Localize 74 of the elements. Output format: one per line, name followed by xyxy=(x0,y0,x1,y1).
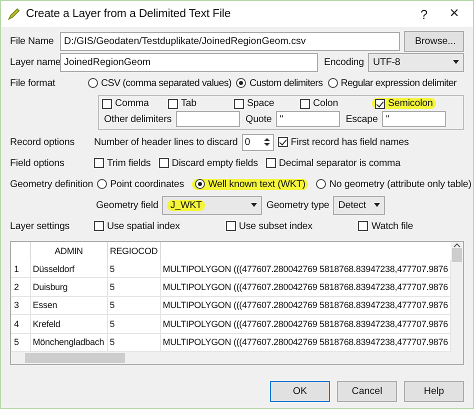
layer-name-field[interactable]: JoinedRegionGeom xyxy=(60,52,318,72)
horizontal-scrollbar[interactable] xyxy=(11,352,463,364)
section-label: Field options xyxy=(10,158,66,168)
header-lines-spinbox[interactable]: 0 xyxy=(242,134,274,150)
radio-option[interactable]: Well known text (WKT) xyxy=(192,178,308,190)
checkbox-option[interactable]: Semicolon xyxy=(372,98,436,109)
scroll-up-icon[interactable] xyxy=(453,242,461,248)
quote-field[interactable]: " xyxy=(276,111,340,127)
row-number: 3 xyxy=(11,296,30,315)
vertical-scrollbar[interactable] xyxy=(451,242,463,352)
field-label: Quote xyxy=(246,114,272,124)
table-cell: MULTIPOLYGON (((477607.280042769 5818768.83947238,477707.9876 xyxy=(160,278,450,296)
row-number: 5 xyxy=(11,333,30,352)
row-number: 1 xyxy=(11,260,30,278)
table-cell: Düsseldorf xyxy=(30,260,108,278)
field-label: Encoding xyxy=(324,56,364,68)
field-label: Escape xyxy=(346,114,378,124)
table-cell: MULTIPOLYGON (((477607.280042769 5818768.83947238,477707.9876 xyxy=(160,296,450,315)
section-label: Record options xyxy=(10,136,76,148)
section-label: Geometry definition xyxy=(10,178,94,190)
column-header[interactable]: ADMIN xyxy=(30,242,108,260)
row-number: 4 xyxy=(11,314,30,334)
dropdown-value: J_WKT xyxy=(167,200,205,210)
field-label: Number of header lines to discard xyxy=(94,136,238,148)
spin-arrows-icon[interactable] xyxy=(262,136,271,148)
other-delimiters-field[interactable] xyxy=(176,111,240,127)
checkbox-option[interactable]: Colon xyxy=(300,98,362,109)
table-cell: 5 xyxy=(107,260,160,278)
table-cell: Krefeld xyxy=(30,314,108,334)
dialog-button[interactable]: OK xyxy=(270,381,330,402)
table-cell: MULTIPOLYGON (((477607.280042769 5818768.83947238,477707.9876 xyxy=(160,314,450,334)
field-label: Geometry field xyxy=(96,200,158,210)
scrollbar-thumb[interactable] xyxy=(25,353,125,363)
field-label: File Name xyxy=(10,36,55,46)
table-cell: MULTIPOLYGON (((477607.280042769 5818768.83947238,477707.9876 xyxy=(160,260,450,278)
geometry-type-dropdown[interactable]: Detect xyxy=(333,196,386,214)
geometry-field-dropdown[interactable]: J_WKT xyxy=(162,196,262,214)
close-button[interactable]: × xyxy=(442,5,467,23)
table-cell: 5 xyxy=(107,296,160,315)
checkbox-option[interactable]: Space xyxy=(234,98,296,109)
section-label: Layer settings xyxy=(10,220,71,232)
window-title: Create a Layer from a Delimited Text File xyxy=(26,8,232,20)
escape-field[interactable]: " xyxy=(382,111,446,127)
radio-option[interactable]: No geometry (attribute only table) xyxy=(316,178,472,190)
file-name-field[interactable]: D:/GIS/Geodaten/Testduplikate/JoinedRegionGeom.csv xyxy=(60,32,400,50)
checkbox-option[interactable]: Trim fields xyxy=(94,158,151,168)
checkbox-option[interactable]: Comma xyxy=(102,98,164,109)
table-cell: Essen xyxy=(30,296,108,315)
field-label: Other delimiters xyxy=(104,114,172,124)
encoding-dropdown[interactable]: UTF-8 xyxy=(368,52,464,72)
table-cell: Duisburg xyxy=(30,278,108,296)
column-header[interactable]: REGIOCOD xyxy=(107,242,160,260)
radio-option[interactable]: Custom delimiters xyxy=(236,78,323,88)
field-label: Geometry type xyxy=(266,200,330,210)
dialog-button[interactable]: Help xyxy=(404,381,464,402)
pencil-icon xyxy=(7,8,20,20)
radio-option[interactable]: Point coordinates xyxy=(97,178,184,190)
dialog-button[interactable]: Cancel xyxy=(337,381,397,402)
table-cell: 5 xyxy=(107,278,160,296)
help-button[interactable]: ? xyxy=(412,6,436,22)
browse-button[interactable]: Browse... xyxy=(404,30,464,52)
table-cell: 5 xyxy=(107,314,160,334)
checkbox-option[interactable]: First record has field names xyxy=(278,136,409,148)
checkbox-option[interactable]: Discard empty fields xyxy=(158,158,258,168)
radio-option[interactable]: CSV (comma separated values) xyxy=(88,78,232,88)
checkbox-option[interactable]: Use subset index xyxy=(226,220,312,232)
checkbox-option[interactable]: Watch file xyxy=(358,220,414,232)
row-number: 2 xyxy=(11,278,30,296)
checkbox-option[interactable]: Tab xyxy=(168,98,230,109)
scrollbar-thumb[interactable] xyxy=(452,248,462,262)
radio-option[interactable]: Regular expression delimiter xyxy=(328,78,457,88)
checkbox-option[interactable]: Decimal separator is comma xyxy=(266,158,400,168)
checkbox-option[interactable]: Use spatial index xyxy=(94,220,180,232)
section-label: File format xyxy=(10,78,56,88)
